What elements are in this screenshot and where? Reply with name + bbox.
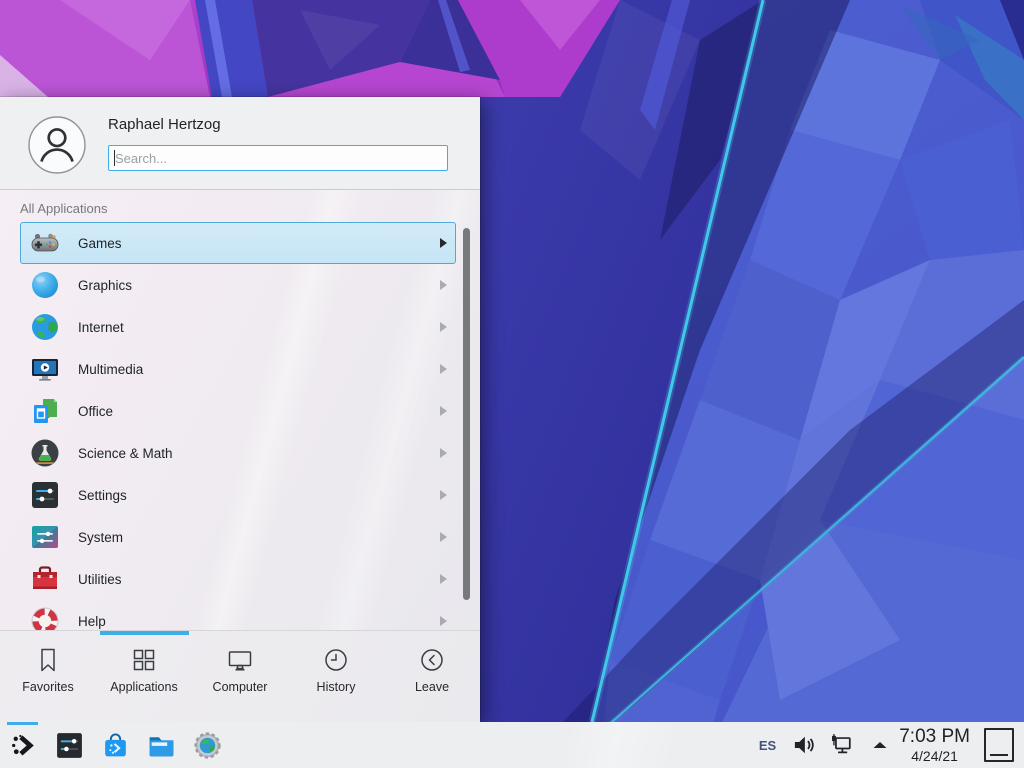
keyboard-layout-badge[interactable]: ES <box>759 738 776 753</box>
text-caret <box>114 150 115 166</box>
favorites-bookmark-icon <box>34 646 62 674</box>
category-label: Games <box>78 236 438 251</box>
discover-icon <box>100 730 131 761</box>
chevron-right-icon <box>438 237 448 249</box>
chevron-right-icon <box>438 321 448 333</box>
leave-icon <box>418 646 446 674</box>
multimedia-icon <box>29 353 61 385</box>
volume-icon[interactable] <box>791 732 817 758</box>
section-label: All Applications <box>20 201 480 216</box>
show-desktop-button[interactable] <box>984 728 1014 762</box>
category-settings[interactable]: Settings <box>20 474 456 516</box>
history-clock-icon <box>322 646 350 674</box>
science-icon <box>29 437 61 469</box>
category-help[interactable]: Help <box>20 600 456 630</box>
launcher-tab-bar: Favorites Applications Computer History Leav… <box>0 630 480 722</box>
utilities-icon <box>29 563 61 595</box>
search-input[interactable] <box>108 145 448 171</box>
graphics-icon <box>29 269 61 301</box>
computer-monitor-icon <box>226 646 254 674</box>
app-launcher-icon <box>8 730 39 761</box>
chevron-right-icon <box>438 279 448 291</box>
category-label: System <box>78 530 438 545</box>
user-avatar-icon[interactable] <box>28 116 86 174</box>
settings-icon <box>29 479 61 511</box>
tab-leave[interactable]: Leave <box>384 631 480 722</box>
discover-button[interactable] <box>98 722 132 768</box>
category-utilities[interactable]: Utilities <box>20 558 456 600</box>
application-launcher-menu: Raphael Hertzog All Applications Games Gr… <box>0 97 480 722</box>
file-manager-icon <box>146 730 177 761</box>
chevron-right-icon <box>438 615 448 627</box>
chevron-right-icon <box>438 363 448 375</box>
category-label: Utilities <box>78 572 438 587</box>
tab-label: Favorites <box>22 680 73 694</box>
active-tab-indicator <box>100 631 189 635</box>
active-task-indicator <box>7 722 38 725</box>
system-settings-button[interactable] <box>52 722 86 768</box>
chevron-right-icon <box>438 405 448 417</box>
category-internet[interactable]: Internet <box>20 306 456 348</box>
chevron-right-icon <box>438 531 448 543</box>
user-name: Raphael Hertzog <box>108 116 221 133</box>
category-label: Help <box>78 614 438 629</box>
tab-label: Applications <box>110 680 177 694</box>
clock-date: 4/24/21 <box>899 749 970 763</box>
browser-globe-icon <box>192 730 223 761</box>
system-icon <box>29 521 61 553</box>
office-icon <box>29 395 61 427</box>
chevron-right-icon <box>438 489 448 501</box>
chevron-right-icon <box>438 447 448 459</box>
category-science-math[interactable]: Science & Math <box>20 432 456 474</box>
browser-button[interactable] <box>190 722 224 768</box>
games-icon <box>29 227 61 259</box>
applications-grid-icon <box>130 646 158 674</box>
network-icon[interactable] <box>829 732 855 758</box>
system-settings-icon <box>54 730 85 761</box>
taskbar: ES 7:03 PM 4/24/21 <box>0 722 1024 768</box>
tab-computer[interactable]: Computer <box>192 631 288 722</box>
category-system[interactable]: System <box>20 516 456 558</box>
category-label: Multimedia <box>78 362 438 377</box>
category-label: Science & Math <box>78 446 438 461</box>
clock-time: 7:03 PM <box>899 727 970 746</box>
category-graphics[interactable]: Graphics <box>20 264 456 306</box>
file-manager-button[interactable] <box>144 722 178 768</box>
category-label: Internet <box>78 320 438 335</box>
tab-applications[interactable]: Applications <box>96 631 192 722</box>
launcher-body: All Applications Games Graphics Internet Mu… <box>0 190 480 630</box>
tab-history[interactable]: History <box>288 631 384 722</box>
digital-clock[interactable]: 7:03 PM 4/24/21 <box>899 727 970 763</box>
expand-tray-icon[interactable] <box>867 732 883 758</box>
category-label: Graphics <box>78 278 438 293</box>
tab-label: Leave <box>415 680 449 694</box>
chevron-right-icon <box>438 573 448 585</box>
internet-icon <box>29 311 61 343</box>
category-label: Office <box>78 404 438 419</box>
category-office[interactable]: Office <box>20 390 456 432</box>
tab-label: History <box>317 680 356 694</box>
launcher-header: Raphael Hertzog <box>0 97 480 190</box>
scrollbar[interactable] <box>463 228 470 600</box>
app-launcher-button[interactable] <box>6 722 40 768</box>
help-icon <box>29 605 61 630</box>
category-multimedia[interactable]: Multimedia <box>20 348 456 390</box>
category-label: Settings <box>78 488 438 503</box>
tab-favorites[interactable]: Favorites <box>0 631 96 722</box>
category-games[interactable]: Games <box>20 222 456 264</box>
tab-label: Computer <box>213 680 268 694</box>
